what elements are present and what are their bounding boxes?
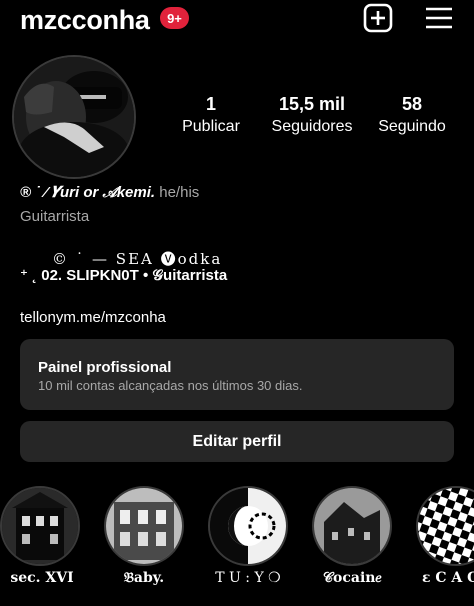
panel-title: Painel profissional: [38, 359, 172, 376]
posts-label: Publicar: [182, 118, 240, 135]
highlight-label: T U : Y ❍: [215, 570, 281, 586]
followers-label: Seguidores: [271, 118, 353, 135]
following-stat[interactable]: 58 Seguindo: [372, 94, 452, 136]
highlight-label: 𝒞ocain𝑒: [322, 570, 382, 586]
posts-stat[interactable]: 1 Publicar: [171, 94, 251, 136]
highlight-cover: [416, 486, 474, 566]
highlight-ecao[interactable]: [416, 486, 474, 570]
menu-button[interactable]: [424, 5, 454, 31]
avatar-photo: [14, 57, 134, 177]
bio-display-name: ® ˙ ⁄ 𝒀uri or 𝒜kemi.: [20, 184, 156, 201]
followers-count: 15,5 mil: [278, 94, 346, 114]
notification-badge[interactable]: 9+: [160, 7, 189, 29]
highlight-label: sec. XVI: [10, 570, 74, 586]
profile-avatar[interactable]: [12, 55, 136, 179]
posts-count: 1: [205, 94, 216, 114]
profile-username[interactable]: mzcconha: [20, 5, 150, 36]
following-count: 58: [401, 94, 423, 114]
bio-text-line-3: ⁺ ˛ 02. SLIPKN0T • 𝒢uitarrista: [20, 267, 228, 284]
highlight-label: 𝔅aby.: [123, 570, 165, 586]
bio-category: Guitarrista: [20, 208, 90, 225]
hamburger-menu-icon: [426, 7, 452, 29]
panel-subtitle: 10 mil contas alcançadas nos últimos 30 …: [38, 378, 303, 393]
bio-name-line: ® ˙ ⁄ 𝒀uri or 𝒜kemi. he/his: [20, 184, 199, 201]
create-post-button[interactable]: [363, 3, 393, 33]
highlight-cover: [0, 486, 80, 566]
highlight-label: ε C A O: [422, 570, 474, 586]
highlight-cover: [312, 486, 392, 566]
following-label: Seguindo: [378, 118, 446, 135]
bio-pronouns: he/his: [159, 184, 200, 201]
professional-dashboard-panel[interactable]: Painel profissional 10 mil contas alcanç…: [20, 339, 454, 410]
highlight-cover: [208, 486, 288, 566]
plus-square-icon: [363, 3, 393, 33]
highlight-cover: [104, 486, 184, 566]
edit-profile-button[interactable]: Editar perfil: [20, 421, 454, 462]
bio-link[interactable]: tellonym.me/mzconha: [20, 309, 166, 326]
followers-stat[interactable]: 15,5 mil Seguidores: [262, 94, 362, 136]
